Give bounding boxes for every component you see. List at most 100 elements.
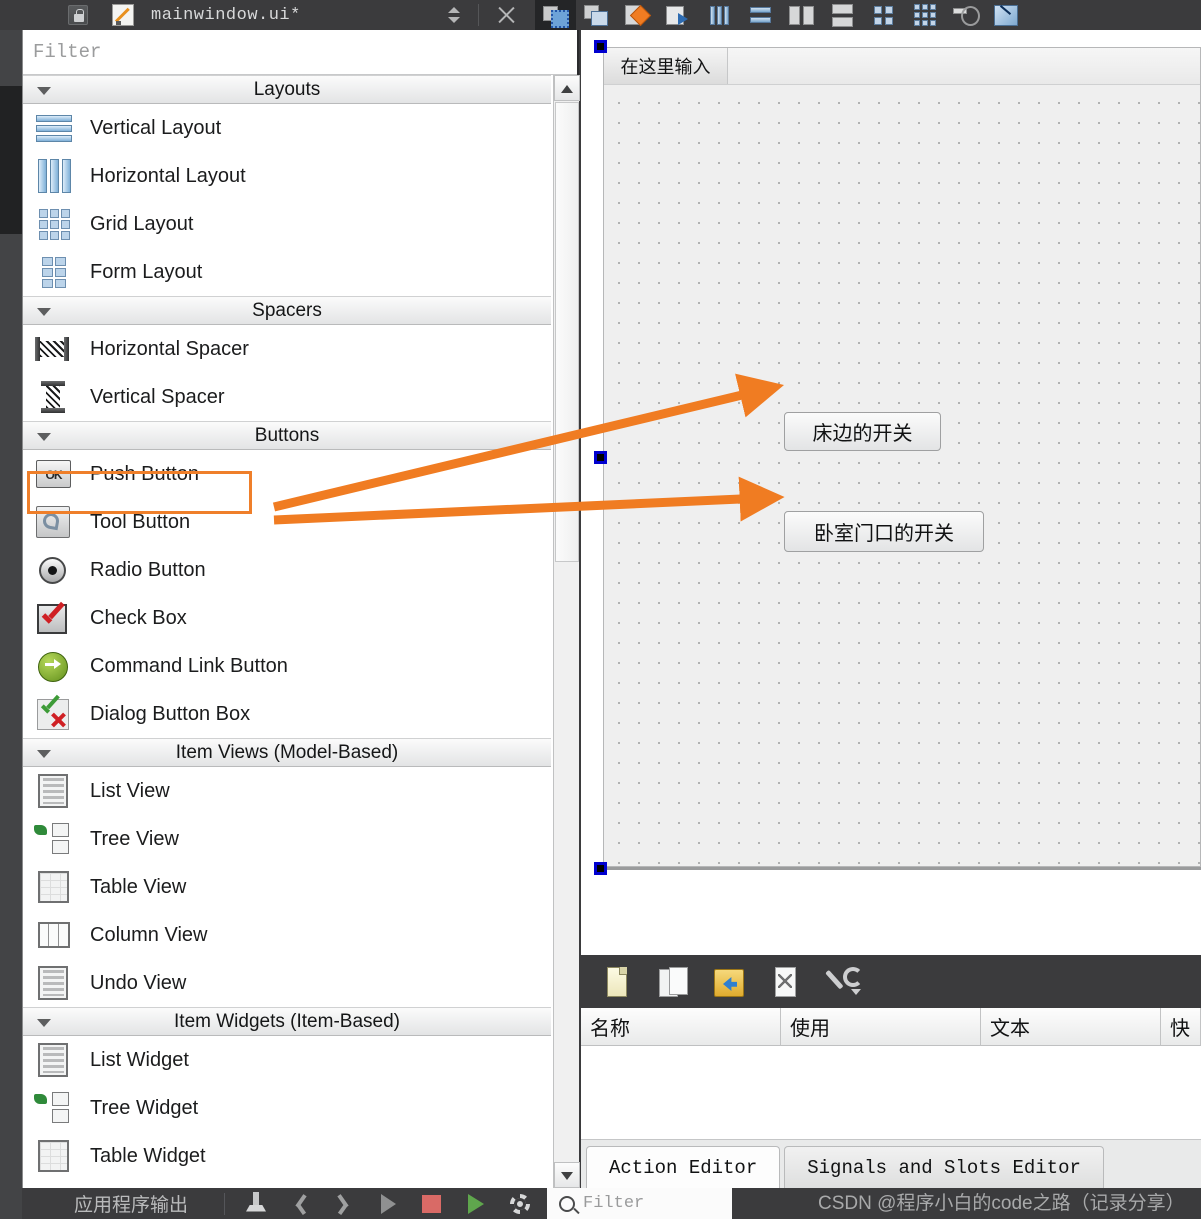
copy-action-icon[interactable] xyxy=(655,965,689,999)
form-central-widget[interactable]: 床边的开关 卧室门口的开关 xyxy=(604,85,1200,866)
widget-item-tree-widget[interactable]: Tree Widget xyxy=(23,1084,551,1132)
tab-signals-and-slots-editor[interactable]: Signals and Slots Editor xyxy=(784,1146,1104,1188)
selection-handle-bottom-left[interactable] xyxy=(594,862,607,875)
widget-item-dialog-button-box[interactable]: Dialog Button Box xyxy=(23,690,551,738)
widget-item-vertical-layout[interactable]: Vertical Layout xyxy=(23,104,551,152)
column-header-shortcut[interactable]: 快 xyxy=(1161,1008,1201,1046)
toolbar-edit-buddies[interactable] xyxy=(617,0,658,30)
group-header-layouts[interactable]: Layouts xyxy=(23,75,551,104)
widget-item-vertical-spacer[interactable]: Vertical Spacer xyxy=(23,373,551,421)
float-dock-icon[interactable] xyxy=(446,5,462,25)
group-header-item-widgets[interactable]: Item Widgets (Item-Based) xyxy=(23,1007,551,1036)
left-mode-rail[interactable] xyxy=(0,0,22,1219)
action-editor-table-body[interactable] xyxy=(581,1046,1201,1140)
widget-item-horizontal-spacer[interactable]: Horizontal Spacer xyxy=(23,325,551,373)
new-action-icon[interactable] xyxy=(599,965,633,999)
widget-box-filter-input[interactable]: Filter xyxy=(23,30,577,75)
selection-handle-top-left[interactable] xyxy=(594,40,607,53)
widget-item-table-widget[interactable]: Table Widget xyxy=(23,1132,551,1180)
widget-item-table-view[interactable]: Table View xyxy=(23,863,551,911)
stop-icon[interactable] xyxy=(419,1191,445,1217)
lock-icon[interactable] xyxy=(68,5,88,25)
application-output-label[interactable]: 应用程序输出 xyxy=(74,1190,188,1217)
toolbar-edit-tab-order[interactable] xyxy=(658,0,699,30)
widget-edit-icon xyxy=(542,4,569,28)
run-icon[interactable] xyxy=(463,1191,489,1217)
widget-item-label: Tree View xyxy=(90,827,179,850)
rail-top-spacer xyxy=(0,0,22,30)
form-preview-window[interactable]: 在这里输入 床边的开关 卧室门口的开关 xyxy=(603,47,1201,867)
menubar-type-here[interactable]: 在这里输入 xyxy=(604,48,728,84)
form-push-button-bedroom-door-switch[interactable]: 卧室门口的开关 xyxy=(784,511,984,552)
search-icon xyxy=(559,1195,576,1212)
toolbar-break-layout[interactable] xyxy=(945,0,986,30)
widget-item-grid-layout[interactable]: Grid Layout xyxy=(23,200,551,248)
form-menubar[interactable]: 在这里输入 xyxy=(604,48,1200,85)
build-icon[interactable] xyxy=(243,1191,269,1217)
tool-button-icon xyxy=(31,503,77,541)
scroll-down-arrow-icon[interactable] xyxy=(554,1162,580,1188)
list-view-icon xyxy=(31,772,77,810)
group-header-buttons[interactable]: Buttons xyxy=(23,421,551,450)
scroll-up-arrow-icon[interactable] xyxy=(554,75,580,101)
selection-handle-middle-left[interactable] xyxy=(594,451,607,464)
group-header-item-views[interactable]: Item Views (Model-Based) xyxy=(23,738,551,767)
widget-item-list-widget[interactable]: List Widget xyxy=(23,1036,551,1084)
widget-box-scrollbar[interactable] xyxy=(553,75,580,1188)
group-header-spacers[interactable]: Spacers xyxy=(23,296,551,325)
toolbar-edit-signals-slots[interactable] xyxy=(576,0,617,30)
toolbar-layout-grid[interactable] xyxy=(904,0,945,30)
horizontal-layout-icon xyxy=(707,4,733,26)
check-box-icon xyxy=(31,599,77,637)
widget-item-check-box[interactable]: Check Box xyxy=(23,594,551,642)
widget-item-radio-button[interactable]: Radio Button xyxy=(23,546,551,594)
widget-item-list-view[interactable]: List View xyxy=(23,767,551,815)
column-header-name[interactable]: 名称 xyxy=(581,1008,781,1046)
output-filter-input[interactable]: Filter xyxy=(547,1188,733,1219)
previous-item-icon[interactable] xyxy=(287,1191,313,1217)
bottom-dock-tabbar: Action Editor Signals and Slots Editor xyxy=(581,1140,1201,1188)
toolbar-splitter-horizontal[interactable] xyxy=(781,0,822,30)
settings-gear-icon[interactable] xyxy=(507,1191,533,1217)
scrollbar-thumb[interactable] xyxy=(555,102,579,562)
group-label: Spacers xyxy=(252,299,322,321)
close-icon[interactable] xyxy=(495,4,517,26)
toolbar-layout-horizontally[interactable] xyxy=(699,0,740,30)
widget-item-column-view[interactable]: Column View xyxy=(23,911,551,959)
widget-item-horizontal-layout[interactable]: Horizontal Layout xyxy=(23,152,551,200)
signals-slots-icon xyxy=(583,4,610,26)
column-header-text[interactable]: 文本 xyxy=(981,1008,1161,1046)
toolbar-edit-widgets[interactable] xyxy=(535,0,576,30)
vertical-spacer-icon xyxy=(31,378,77,416)
widget-item-label: Vertical Layout xyxy=(90,116,222,139)
break-layout-icon xyxy=(952,4,980,26)
push-button-icon-text: OK xyxy=(36,460,71,488)
rail-mode-slot[interactable] xyxy=(0,234,22,326)
toolbar-layout-vertically[interactable] xyxy=(740,0,781,30)
column-header-used[interactable]: 使用 xyxy=(781,1008,981,1046)
form-layout-icon xyxy=(31,253,77,291)
next-item-icon[interactable] xyxy=(331,1191,357,1217)
wrench-icon[interactable] xyxy=(823,965,863,999)
toolbar-splitter-vertical[interactable] xyxy=(822,0,863,30)
vertical-layout-icon xyxy=(748,4,774,26)
widget-item-form-layout[interactable]: Form Layout xyxy=(23,248,551,296)
delete-action-icon[interactable] xyxy=(767,965,801,999)
splitter-vertical-icon xyxy=(830,4,856,27)
widget-item-tool-button[interactable]: Tool Button xyxy=(23,498,551,546)
toolbar-layout-form[interactable] xyxy=(863,0,904,30)
run-disabled-icon[interactable] xyxy=(375,1191,401,1217)
widget-item-label: List View xyxy=(90,779,170,802)
tab-action-editor[interactable]: Action Editor xyxy=(586,1146,781,1188)
widget-item-push-button[interactable]: OK Push Button xyxy=(23,450,551,498)
widget-item-undo-view[interactable]: Undo View xyxy=(23,959,551,1007)
toolbar-adjust-size[interactable] xyxy=(986,0,1027,30)
chevron-down-icon xyxy=(37,750,51,758)
form-push-button-bedside-switch[interactable]: 床边的开关 xyxy=(784,412,941,451)
widget-item-label: Horizontal Layout xyxy=(90,164,246,187)
form-resize-edge[interactable] xyxy=(607,867,1201,870)
widget-item-command-link-button[interactable]: Command Link Button xyxy=(23,642,551,690)
widget-item-tree-view[interactable]: Tree View xyxy=(23,815,551,863)
rail-active-mode-indicator[interactable] xyxy=(0,86,22,234)
paste-action-icon[interactable] xyxy=(711,965,745,999)
